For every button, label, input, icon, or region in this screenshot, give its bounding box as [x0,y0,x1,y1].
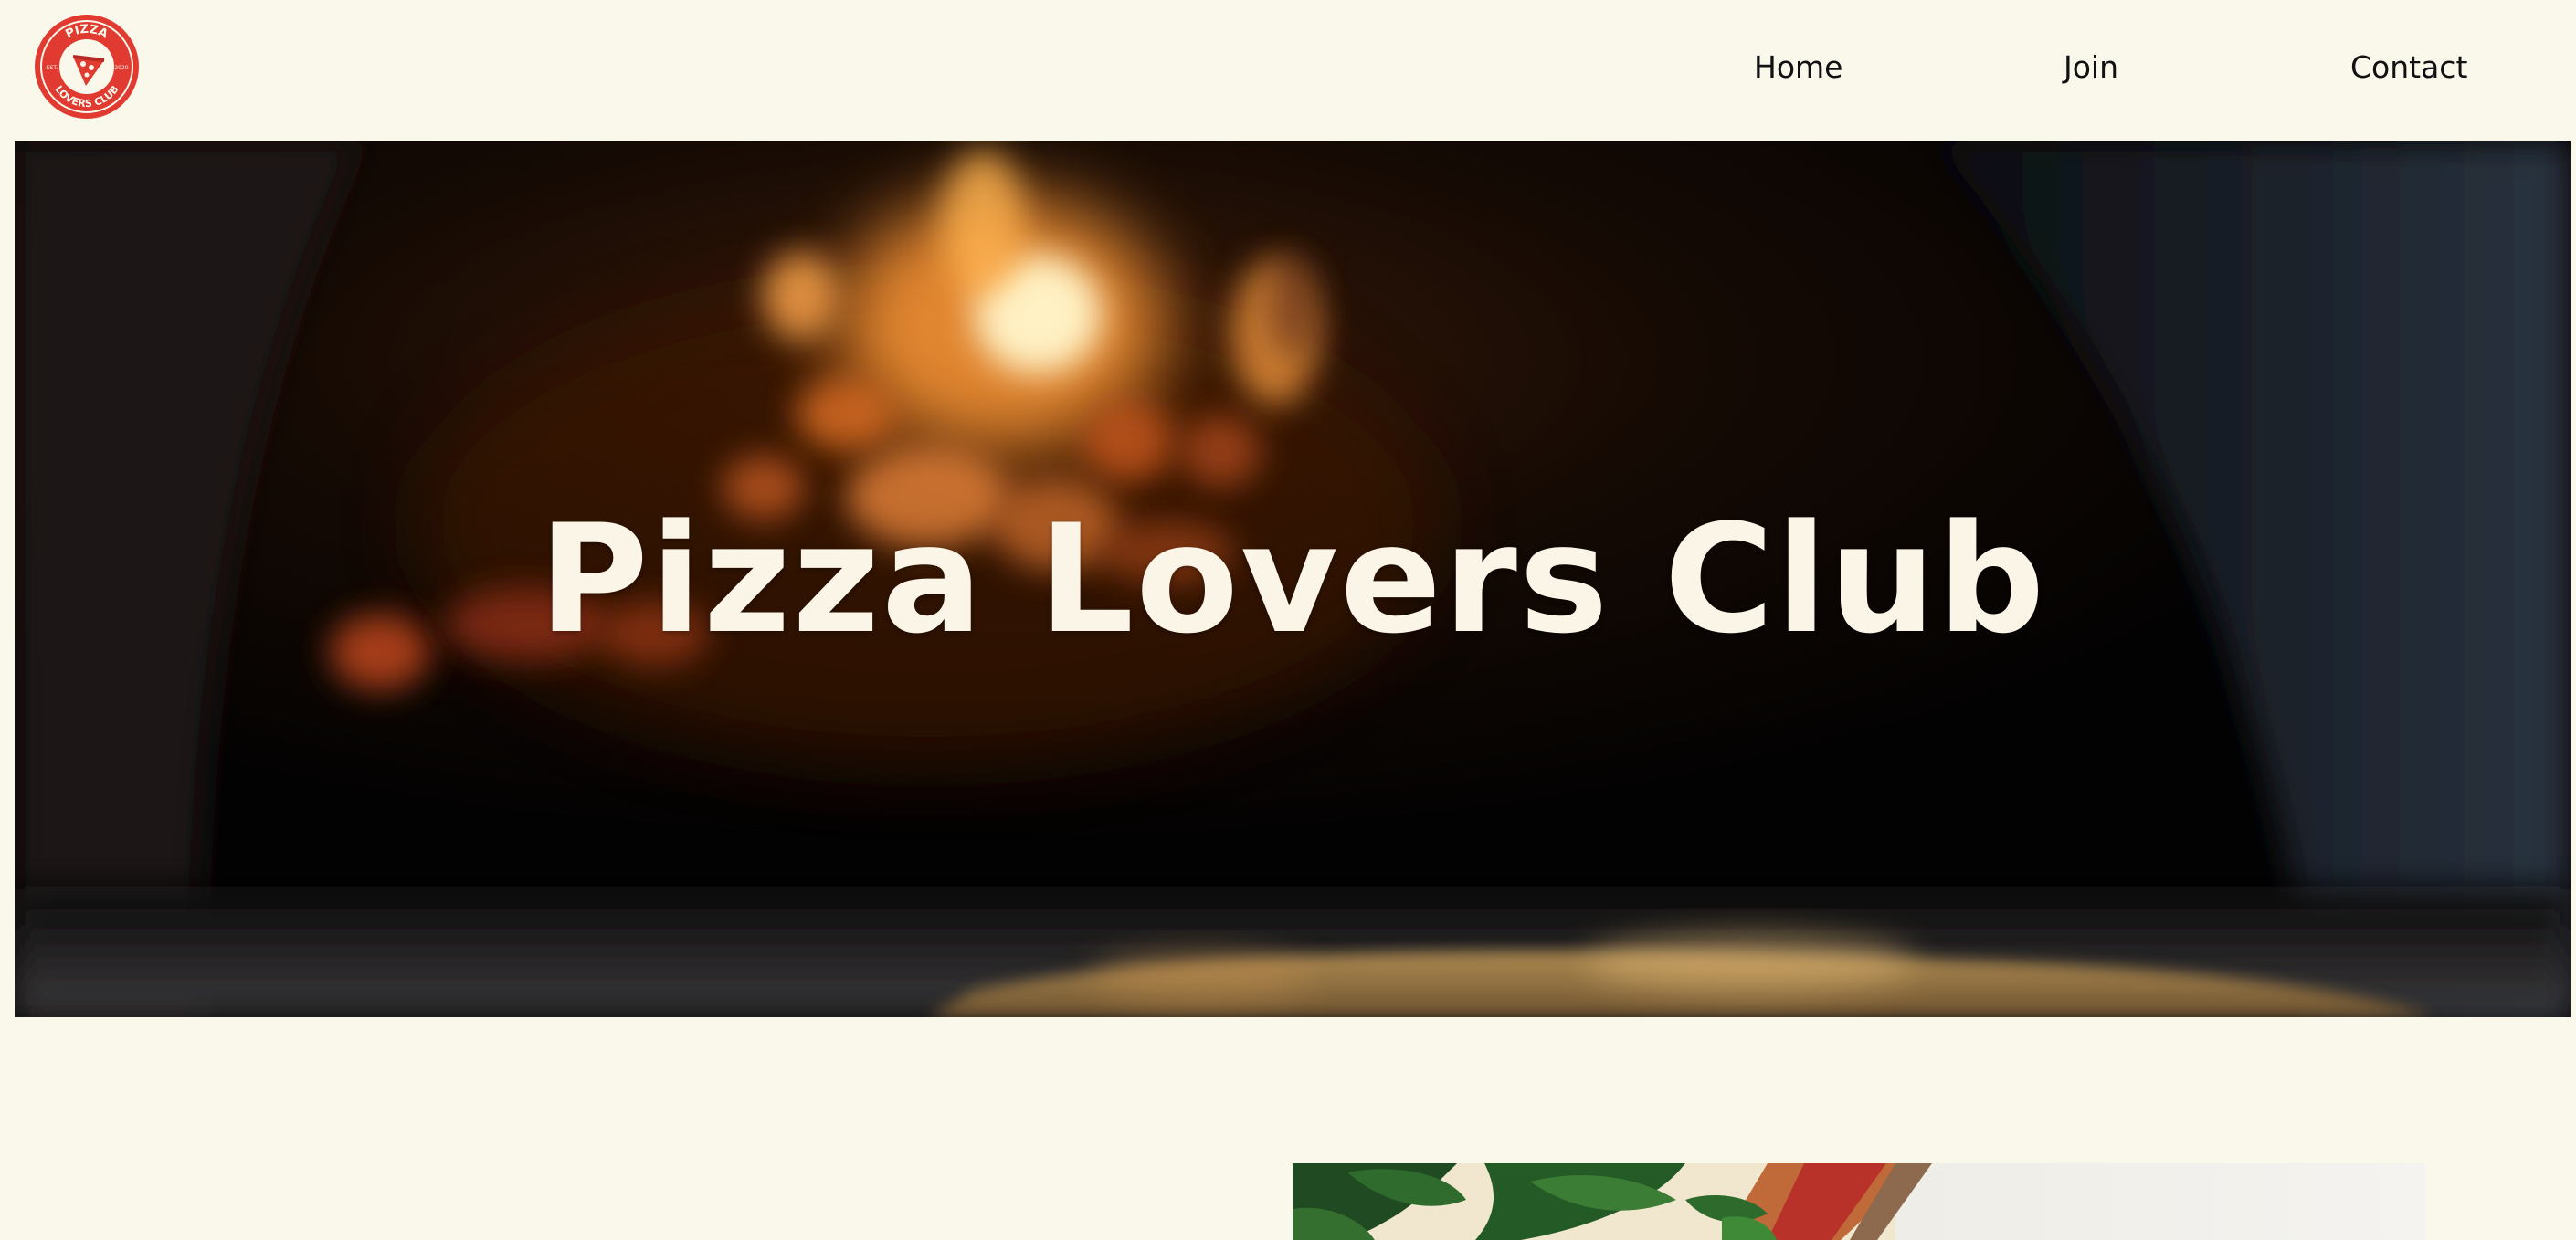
hero-banner: Pizza Lovers Club [15,141,2571,1017]
pizza-lovers-club-logo-icon: PIZZA LOVERS CLUB EST. 2020 [35,15,139,119]
basil-pizza-photo-icon [1293,1163,2425,1240]
logo-est-text: EST. [47,65,58,71]
logo[interactable]: PIZZA LOVERS CLUB EST. 2020 [33,13,141,121]
nav-home-link[interactable]: Home [1754,46,1842,89]
logo-year-text: 2020 [114,65,128,71]
basil-pizza-image [1293,1163,2425,1240]
nav-join-link[interactable]: Join [2064,46,2118,89]
nav-contact-link[interactable]: Contact [2350,46,2467,89]
hero-title: Pizza Lovers Club [538,491,2047,667]
site-header: PIZZA LOVERS CLUB EST. 2020 Home Join Co… [0,0,2576,141]
